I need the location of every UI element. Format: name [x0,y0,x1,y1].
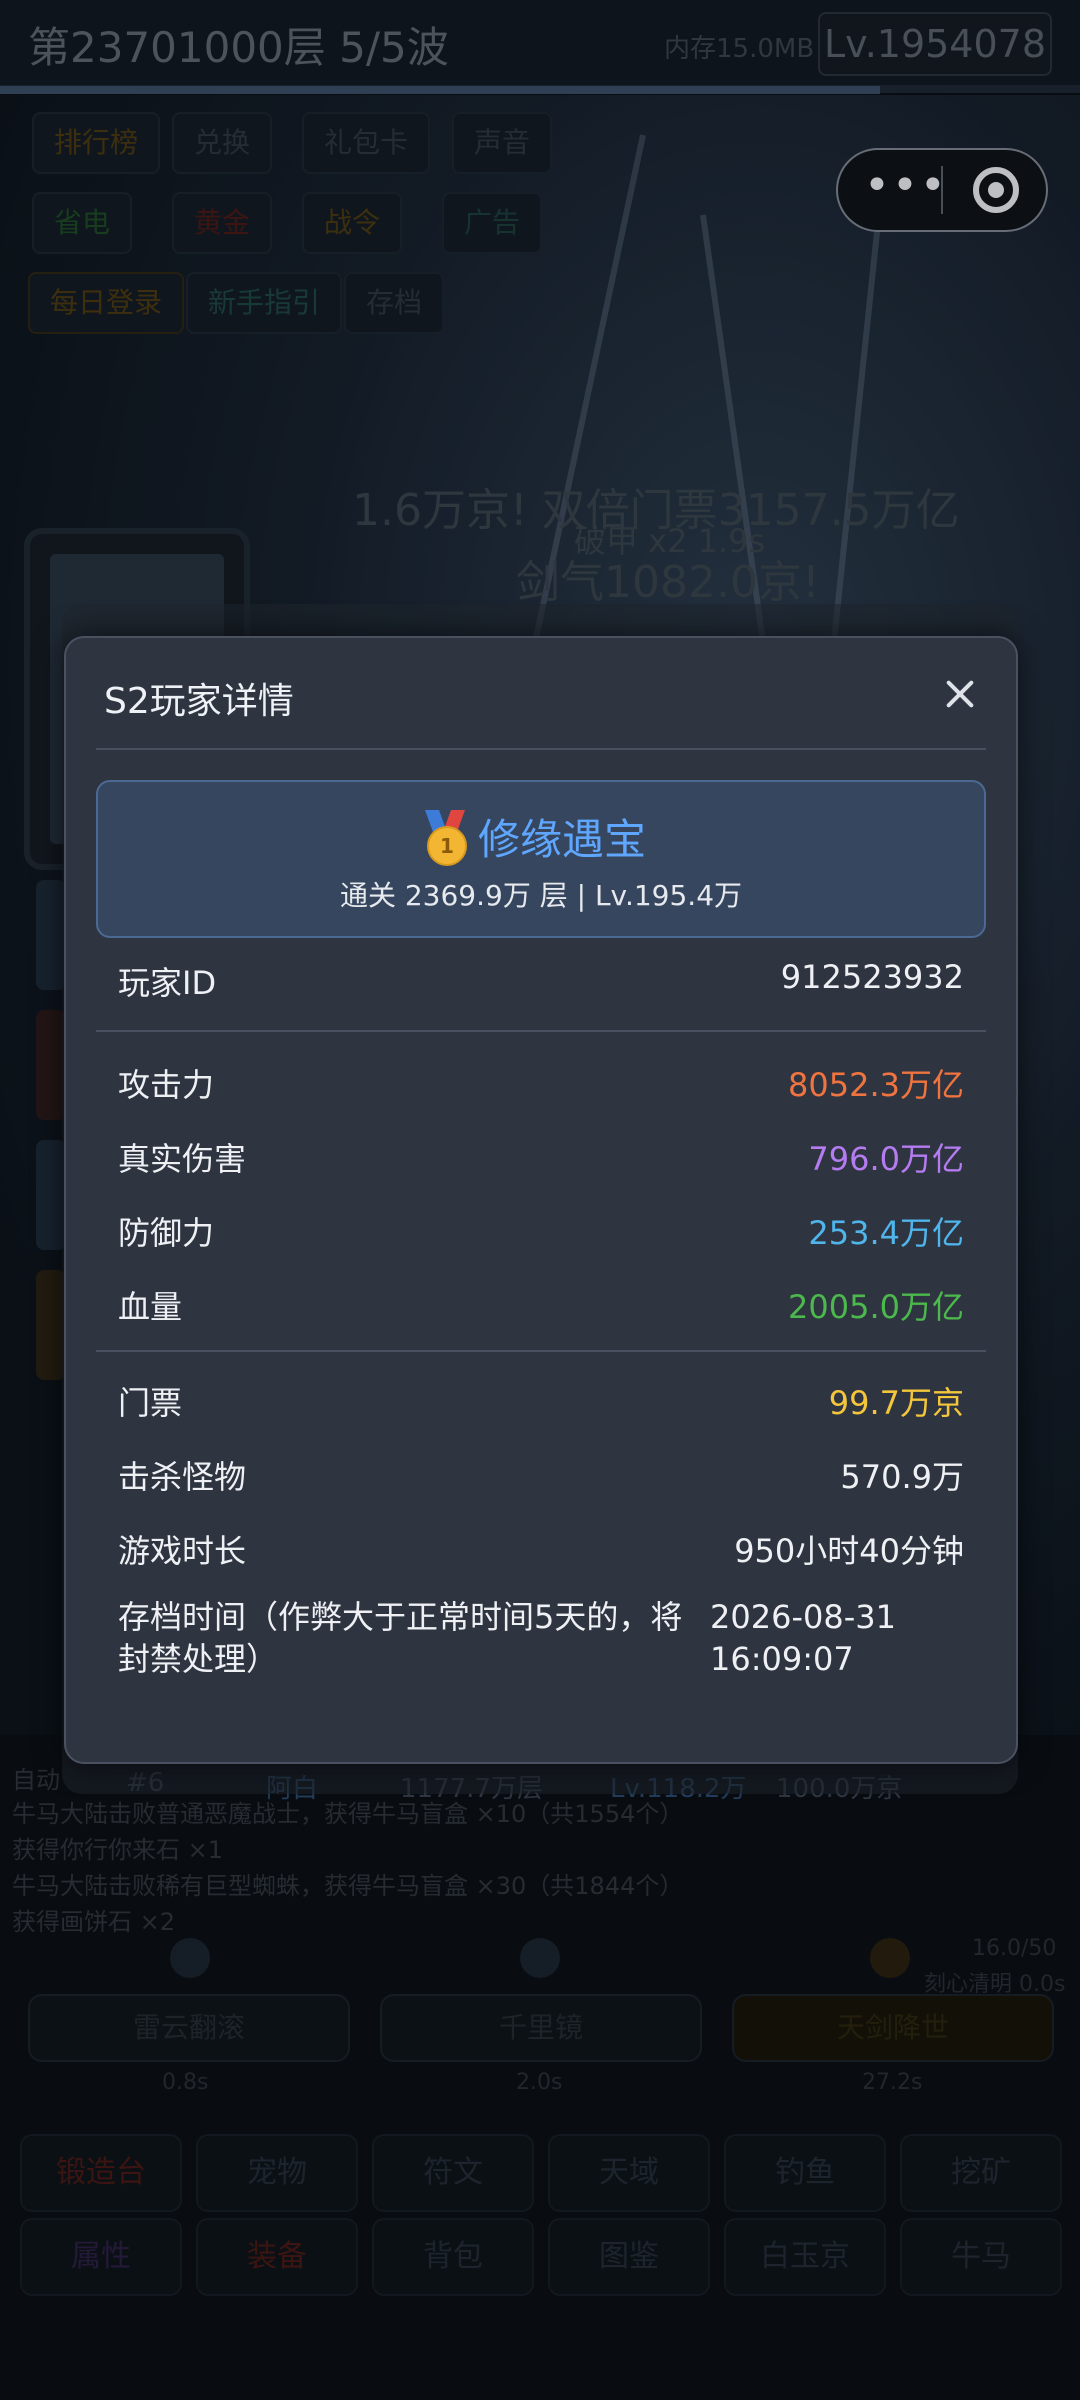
playtime-value: 950小时40分钟 [734,1532,964,1570]
hp-label: 血量 [118,1288,183,1326]
defense-label: 防御力 [118,1214,215,1252]
achievement-card: 1 修缘遇宝 通关 2369.9万 层 | Lv.195.4万 [96,780,986,938]
true-damage-label: 真实伤害 [118,1140,247,1178]
divider [96,748,986,750]
player-detail-modal: S2玩家详情 1 修缘遇宝 通关 2369.9万 层 | Lv.195.4万 玩… [64,636,1018,1764]
defense-value: 253.4万亿 [808,1214,964,1252]
divider [96,1030,986,1032]
true-damage-value: 796.0万亿 [808,1140,964,1178]
gold-medal-icon: 1 [423,810,467,866]
kills-label: 击杀怪物 [118,1458,247,1496]
close-icon[interactable] [938,674,982,718]
ticket-label: 门票 [118,1384,183,1422]
modal-title: S2玩家详情 [104,681,294,722]
save-time-label: 存档时间（作弊大于正常时间5天的，将封禁处理） [118,1598,683,1678]
medal-number: 1 [427,826,467,866]
playtime-label: 游戏时长 [118,1532,247,1570]
attack-value: 8052.3万亿 [788,1066,964,1104]
save-time-value: 2026-08-31 16:09:07 [710,1598,896,1678]
ticket-value: 99.7万京 [828,1384,964,1422]
kills-value: 570.9万 [840,1458,964,1496]
player-id-value: 912523932 [780,958,964,996]
achievement-title: 修缘遇宝 [478,815,647,864]
divider [96,1350,986,1352]
player-id-label: 玩家ID [118,964,217,1002]
attack-label: 攻击力 [118,1066,215,1104]
hp-value: 2005.0万亿 [788,1288,964,1326]
achievement-subtitle: 通关 2369.9万 层 | Lv.195.4万 [339,879,743,912]
